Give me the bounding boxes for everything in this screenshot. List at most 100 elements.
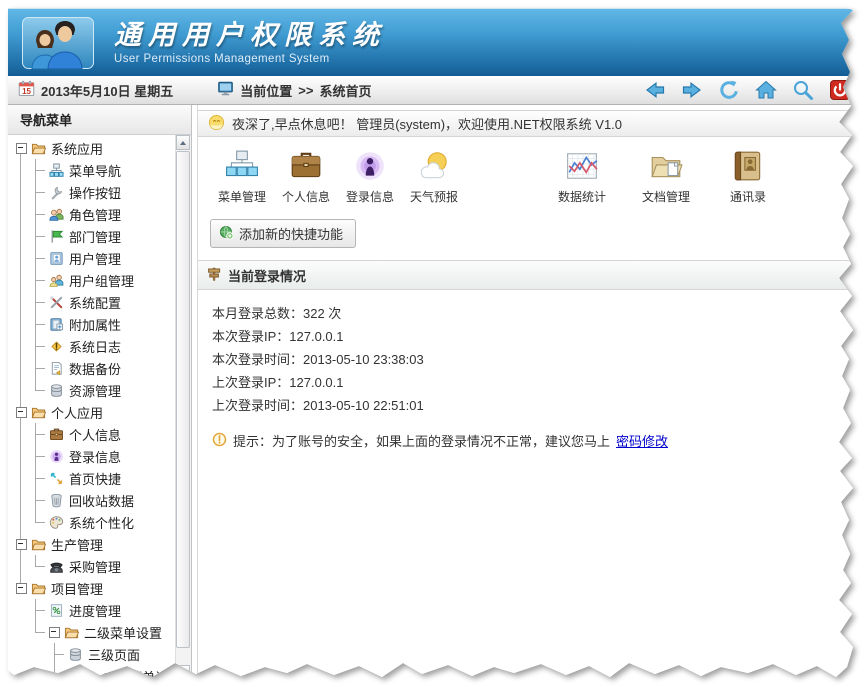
tree-expander[interactable]: [16, 539, 27, 550]
tree-item[interactable]: 资源管理: [8, 379, 176, 401]
monitor-icon: [217, 80, 234, 97]
tree-item-label: 个人信息: [69, 425, 121, 444]
tree-item[interactable]: 二级菜单设置: [8, 621, 176, 643]
tree-item[interactable]: 项目管理: [8, 577, 176, 599]
scroll-thumb[interactable]: [176, 151, 190, 648]
shortcut-item[interactable]: 通讯录: [716, 149, 780, 205]
doc-backup-icon: [49, 361, 64, 376]
tree-item-label: 系统应用: [51, 139, 103, 158]
back-icon: [644, 79, 666, 101]
app-window: 通用用户权限系统 User Permissions Management Sys…: [8, 8, 856, 680]
shortcut-label: 菜单管理: [218, 188, 266, 205]
folder-icon: [31, 405, 46, 420]
monitor-icon-slot: [217, 80, 234, 100]
welcome-text: 夜深了,早点休息吧！ 管理员(system)，欢迎使用.NET权限系统 V1.0: [232, 114, 622, 133]
tree-item[interactable]: 用户组管理: [8, 269, 176, 291]
tree-item[interactable]: 数据备份: [8, 357, 176, 379]
shortcut-item[interactable]: 菜单管理: [210, 149, 274, 205]
tree-connector: [54, 665, 64, 677]
shortcut-item[interactable]: 天气预报: [402, 149, 466, 205]
tree-item[interactable]: 个人应用: [8, 401, 176, 423]
tree-item[interactable]: 三级页面: [8, 643, 176, 665]
tree-wrap: 系统应用菜单导航操作按钮角色管理部门管理用户管理用户组管理系统配置附加属性系统日…: [8, 135, 191, 680]
tree-item-label: 回收站数据: [69, 491, 134, 510]
tree-expander[interactable]: [16, 407, 27, 418]
tree-item-label: 首页快捷: [69, 469, 121, 488]
refresh-button[interactable]: [717, 78, 741, 102]
tree-connector: [35, 291, 45, 303]
tree-item[interactable]: 系统配置: [8, 291, 176, 313]
breadcrumb: 当前位置 >> 系统首页: [217, 80, 371, 100]
tree-item[interactable]: 系统个性化: [8, 511, 176, 533]
shortcut-item[interactable]: 个人信息: [274, 149, 338, 205]
tree-item[interactable]: 采购管理: [8, 555, 176, 577]
refresh-icon: [718, 79, 740, 101]
home-button[interactable]: [754, 78, 778, 102]
tree-item[interactable]: 操作按钮: [8, 181, 176, 203]
tree-item-label: 系统配置: [69, 293, 121, 312]
change-password-link[interactable]: 密码修改: [616, 431, 668, 450]
moon-icon-slot: [208, 114, 225, 134]
sitemap-lg-icon: [225, 149, 259, 183]
sidebar-scrollbar[interactable]: [175, 135, 191, 680]
back-button[interactable]: [643, 78, 667, 102]
shortcut-label: 个人信息: [282, 188, 330, 205]
tip-text: 提示：为了账号的安全，如果上面的登录情况不正常，建议您马上: [233, 431, 610, 450]
tools-icon: [49, 295, 64, 310]
signpost-icon-slot: [206, 266, 222, 285]
tree-item[interactable]: 进度管理: [8, 599, 176, 621]
scroll-down-button[interactable]: [176, 665, 190, 680]
power-button[interactable]: [828, 78, 852, 102]
tree-connector: [35, 423, 45, 435]
search-button[interactable]: [791, 78, 815, 102]
breadcrumb-separator: >>: [298, 83, 313, 98]
tree-item[interactable]: 系统应用: [8, 137, 176, 159]
tree-item[interactable]: 角色管理: [8, 203, 176, 225]
tree-item-label: 系统个性化: [69, 513, 134, 532]
toolbar-date-text: 2013年5月10日 星期五: [41, 81, 173, 100]
weather-lg-icon: [417, 149, 451, 183]
tree-item[interactable]: 系统日志: [8, 335, 176, 357]
tree-item[interactable]: 用户管理: [8, 247, 176, 269]
users-icon: [49, 207, 64, 222]
tree-item-label: 登录信息: [69, 447, 121, 466]
tree-expander[interactable]: [16, 143, 27, 154]
briefcase-icon: [49, 427, 64, 442]
app-subtitle: User Permissions Management System: [114, 53, 386, 65]
signal-user-icon: [49, 449, 64, 464]
login-status-header: 当前登录情况: [198, 261, 856, 290]
globe-add-icon: [219, 225, 234, 240]
globe-add-icon-slot: [219, 225, 234, 243]
security-tip: 提示：为了账号的安全，如果上面的登录情况不正常，建议您马上 密码修改: [212, 431, 856, 450]
two-users-logo-icon: [22, 17, 94, 69]
tree-connector: [35, 467, 45, 479]
tree-expander[interactable]: [49, 627, 60, 638]
tree-item-label: 采购管理: [69, 557, 121, 576]
tree-item-label: 附加属性: [69, 315, 121, 334]
forward-button[interactable]: [680, 78, 704, 102]
tree-expander[interactable]: [68, 671, 79, 681]
tree-item[interactable]: 附加属性: [8, 313, 176, 335]
tree-item[interactable]: 部门管理: [8, 225, 176, 247]
signal-lg-icon: [353, 149, 387, 183]
tree-connector: [35, 181, 45, 193]
toolbar: 15 2013年5月10日 星期五 当前位置 >> 系统首页: [8, 76, 856, 105]
tree-expander[interactable]: [16, 583, 27, 594]
tree-item[interactable]: 菜单导航: [8, 159, 176, 181]
tree-item[interactable]: 生产管理: [8, 533, 176, 555]
app-title: 通用用户权限系统: [114, 20, 386, 51]
shortcut-item[interactable]: 文档管理: [634, 149, 698, 205]
tree-item[interactable]: 首页快捷: [8, 467, 176, 489]
shortcut-item[interactable]: 登录信息: [338, 149, 402, 205]
tree-item[interactable]: 二级菜单设置: [8, 665, 176, 680]
scroll-up-button[interactable]: [176, 135, 190, 150]
tree-connector: [35, 599, 45, 611]
tree-item[interactable]: 个人信息: [8, 423, 176, 445]
palette-icon: [49, 515, 64, 530]
tree-item[interactable]: 登录信息: [8, 445, 176, 467]
tree-item-label: 生产管理: [51, 535, 103, 554]
tree-item[interactable]: 回收站数据: [8, 489, 176, 511]
tree-connector: [35, 621, 45, 633]
shortcut-item[interactable]: 数据统计: [550, 149, 614, 205]
add-shortcut-button[interactable]: 添加新的快捷功能: [210, 219, 356, 248]
